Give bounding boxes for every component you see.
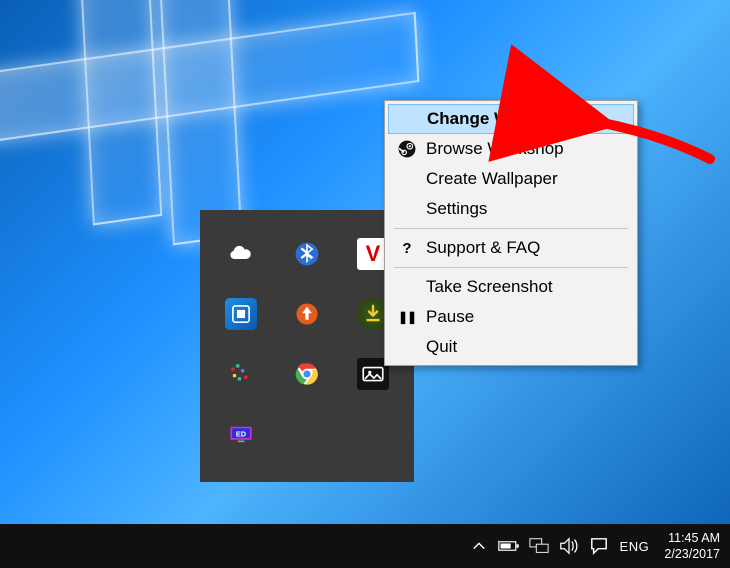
tray-chevron-icon[interactable] <box>464 524 494 568</box>
menu-settings[interactable]: Settings <box>388 194 634 224</box>
network-icon[interactable] <box>524 524 554 568</box>
clock-time: 11:45 AM <box>668 530 720 546</box>
taskbar: ENG 11:45 AM 2/23/2017 <box>0 524 730 568</box>
menu-separator <box>394 267 628 268</box>
onedrive-icon[interactable] <box>225 238 257 270</box>
menu-item-label: Quit <box>418 337 457 357</box>
clock-date: 2/23/2017 <box>664 546 720 562</box>
menu-create-wallpaper[interactable]: Create Wallpaper <box>388 164 634 194</box>
updater-icon[interactable] <box>291 298 323 330</box>
menu-item-label: Browse Workshop <box>418 139 564 159</box>
menu-item-label: Support & FAQ <box>418 238 540 258</box>
menu-pause[interactable]: ❚❚ Pause <box>388 302 634 332</box>
menu-item-label: Settings <box>418 199 487 219</box>
intel-graphics-icon[interactable] <box>225 298 257 330</box>
chrome-icon[interactable] <box>291 358 323 390</box>
tray-context-menu: Change Wallpaper Browse Workshop Create … <box>384 100 638 366</box>
steam-icon <box>396 140 418 158</box>
svg-text:ED: ED <box>236 429 246 438</box>
battery-icon[interactable] <box>494 524 524 568</box>
help-icon: ? <box>396 240 418 257</box>
menu-item-label: Create Wallpaper <box>418 169 558 189</box>
menu-browse-workshop[interactable]: Browse Workshop <box>388 134 634 164</box>
system-tray-overflow: V ED <box>200 210 414 482</box>
action-center-icon[interactable] <box>584 524 614 568</box>
menu-quit[interactable]: Quit <box>388 332 634 362</box>
menu-change-wallpaper[interactable]: Change Wallpaper <box>388 104 634 134</box>
menu-item-label: Change Wallpaper <box>419 109 575 129</box>
taskbar-clock[interactable]: 11:45 AM 2/23/2017 <box>654 524 730 568</box>
ime-indicator[interactable]: ENG <box>614 524 654 568</box>
menu-item-label: Take Screenshot <box>418 277 553 297</box>
display-app-icon[interactable]: ED <box>225 418 257 450</box>
bluetooth-icon[interactable] <box>291 238 323 270</box>
activity-icon[interactable] <box>225 358 257 390</box>
menu-item-label: Pause <box>418 307 474 327</box>
menu-take-screenshot[interactable]: Take Screenshot <box>388 272 634 302</box>
menu-separator <box>394 228 628 229</box>
pause-icon: ❚❚ <box>396 310 418 324</box>
menu-support-faq[interactable]: ? Support & FAQ <box>388 233 634 263</box>
volume-icon[interactable] <box>554 524 584 568</box>
